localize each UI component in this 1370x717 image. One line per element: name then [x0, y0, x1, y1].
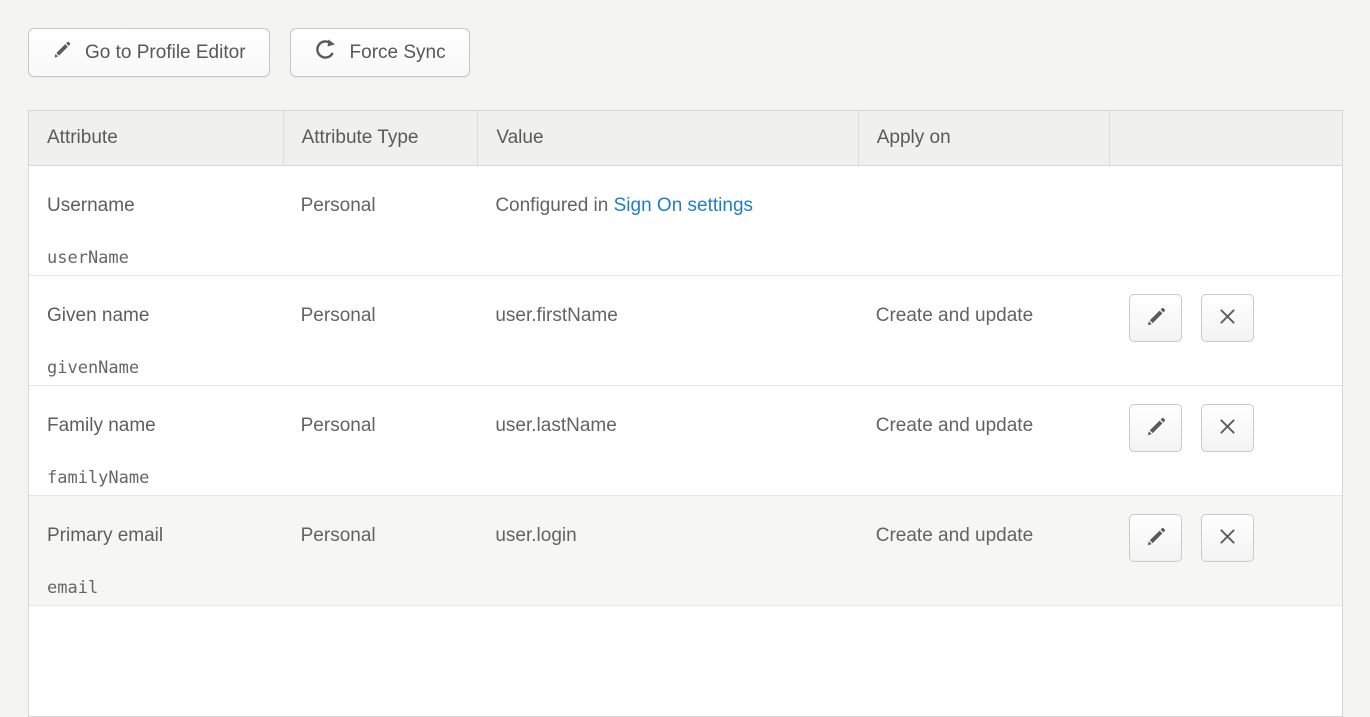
attribute-cell: Primary email email	[29, 496, 283, 605]
header-attribute-type: Attribute Type	[283, 111, 478, 165]
close-x-icon	[1217, 416, 1238, 440]
go-to-profile-editor-button[interactable]: Go to Profile Editor	[28, 28, 270, 77]
sign-on-settings-link[interactable]: Sign On settings	[614, 195, 753, 216]
actions-cell	[1109, 276, 1342, 385]
apply-on-cell	[858, 166, 1110, 275]
actions-cell	[1109, 166, 1342, 275]
attribute-variable-name: email	[47, 578, 265, 598]
close-x-icon	[1217, 306, 1238, 330]
attribute-type-cell: Personal	[283, 496, 478, 605]
table-row-family-name: Family name familyName Personal user.las…	[29, 386, 1342, 496]
edit-attribute-button[interactable]	[1129, 514, 1182, 562]
delete-attribute-button[interactable]	[1201, 404, 1254, 452]
apply-on-cell: Create and update	[858, 276, 1110, 385]
header-attribute: Attribute	[29, 111, 283, 165]
attribute-type-cell: Personal	[283, 166, 478, 275]
apply-on-cell: Create and update	[858, 386, 1110, 495]
pencil-icon	[1145, 526, 1167, 551]
value-text: Configured in	[495, 195, 613, 216]
table-row-username: Username userName Personal Configured in…	[29, 166, 1342, 276]
attribute-label: Username	[47, 195, 265, 217]
toolbar: Go to Profile Editor Force Sync	[28, 28, 470, 77]
value-cell: Configured in Sign On settings	[477, 166, 857, 275]
force-sync-label: Force Sync	[350, 42, 446, 64]
attribute-variable-name: givenName	[47, 358, 265, 378]
table-row-partial	[29, 606, 1342, 716]
delete-attribute-button[interactable]	[1201, 294, 1254, 342]
attribute-type-cell: Personal	[283, 386, 478, 495]
attribute-variable-name: userName	[47, 248, 265, 268]
close-x-icon	[1217, 526, 1238, 550]
value-cell: user.firstName	[477, 276, 857, 385]
attribute-mapping-table: Attribute Attribute Type Value Apply on …	[28, 110, 1343, 717]
table-header-row: Attribute Attribute Type Value Apply on	[29, 111, 1342, 166]
pencil-icon	[52, 40, 72, 66]
attribute-cell: Family name familyName	[29, 386, 283, 495]
delete-attribute-button[interactable]	[1201, 514, 1254, 562]
value-cell: user.login	[477, 496, 857, 605]
value-cell: user.lastName	[477, 386, 857, 495]
force-sync-button[interactable]: Force Sync	[290, 28, 470, 77]
attribute-label: Family name	[47, 415, 265, 437]
attribute-label: Given name	[47, 305, 265, 327]
attribute-cell: Username userName	[29, 166, 283, 275]
pencil-icon	[1145, 416, 1167, 441]
attribute-label: Primary email	[47, 525, 265, 547]
table-row-primary-email: Primary email email Personal user.login …	[29, 496, 1342, 606]
actions-cell	[1109, 386, 1342, 495]
header-value: Value	[477, 111, 857, 165]
edit-attribute-button[interactable]	[1129, 294, 1182, 342]
edit-attribute-button[interactable]	[1129, 404, 1182, 452]
go-to-profile-editor-label: Go to Profile Editor	[85, 42, 246, 64]
apply-on-cell: Create and update	[858, 496, 1110, 605]
header-actions	[1109, 111, 1342, 165]
refresh-icon	[314, 38, 337, 67]
table-row-given-name: Given name givenName Personal user.first…	[29, 276, 1342, 386]
attribute-type-cell: Personal	[283, 276, 478, 385]
header-apply-on: Apply on	[858, 111, 1110, 165]
attribute-variable-name: familyName	[47, 468, 265, 488]
attribute-cell: Given name givenName	[29, 276, 283, 385]
actions-cell	[1109, 496, 1342, 605]
pencil-icon	[1145, 306, 1167, 331]
